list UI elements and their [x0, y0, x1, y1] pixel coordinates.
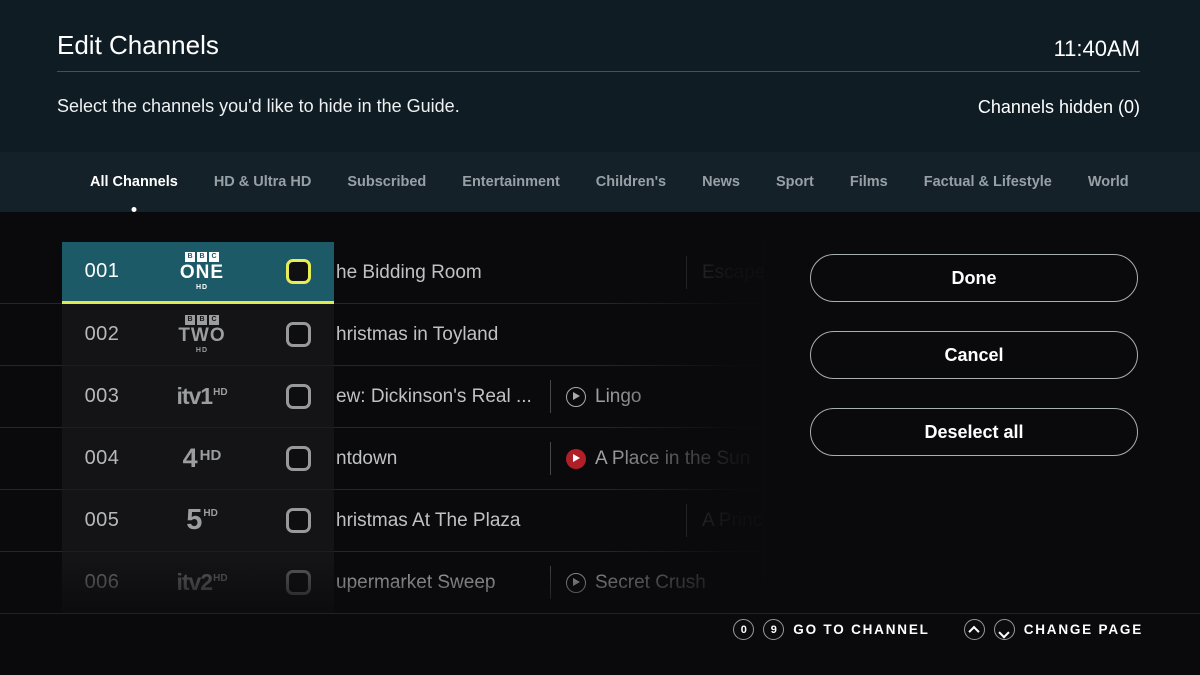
- timeslot-divider: [550, 380, 551, 413]
- digit-badge-0[interactable]: 0: [733, 619, 754, 640]
- bottom-divider: [0, 613, 1200, 614]
- hd-tag: HD: [196, 284, 208, 291]
- page-up-button[interactable]: [964, 619, 985, 640]
- tab-factual-and-lifestyle[interactable]: Factual & Lifestyle: [924, 174, 1052, 190]
- hd-tag: HD: [203, 508, 217, 519]
- cancel-button[interactable]: Cancel: [810, 331, 1138, 379]
- timeslot-divider: [550, 442, 551, 475]
- hide-channel-checkbox[interactable]: [286, 322, 311, 347]
- channel-name: 5HD: [186, 506, 218, 535]
- tab-world[interactable]: World: [1088, 174, 1129, 190]
- channel-number: 003: [62, 385, 142, 408]
- play-icon: [566, 387, 586, 407]
- channel-number: 001: [62, 260, 142, 283]
- go-to-channel-label: GO TO CHANNEL: [793, 622, 929, 637]
- bbc-one-hd-logo: BBCONEHD: [142, 252, 262, 292]
- channel-row-003[interactable]: 003 itv1HD: [62, 366, 334, 428]
- deselect-all-button[interactable]: Deselect all: [810, 408, 1138, 456]
- header: Edit Channels 11:40AM Select the channel…: [0, 0, 1200, 152]
- hd-tag: HD: [213, 387, 227, 398]
- page-subtitle: Select the channels you'd like to hide i…: [57, 96, 460, 117]
- channel-name: TWO: [178, 326, 225, 347]
- channels-hidden-count: Channels hidden (0): [978, 97, 1140, 118]
- page-down-button[interactable]: [994, 619, 1015, 640]
- hide-channel-checkbox[interactable]: [286, 446, 311, 471]
- programme-title: ntdown: [336, 448, 397, 470]
- header-divider: [57, 71, 1140, 72]
- channel4-hd-logo: 4HD: [142, 445, 262, 472]
- remote-hints-footer: 09 GO TO CHANNEL CHANGE PAGE: [733, 619, 1143, 640]
- hd-tag: HD: [196, 347, 208, 354]
- change-page-label: CHANGE PAGE: [1024, 622, 1143, 637]
- tab-all-channels[interactable]: All Channels: [90, 174, 178, 190]
- bbc-blocks-icon: BBC: [185, 315, 219, 325]
- hd-tag: HD: [200, 447, 222, 464]
- chevron-down-icon: [999, 627, 1010, 638]
- channel-row-002[interactable]: 002BBCTWOHD: [62, 304, 334, 366]
- channel-number: 002: [62, 323, 142, 346]
- digit-badge-9[interactable]: 9: [763, 619, 784, 640]
- bbc-blocks-icon: BBC: [185, 252, 219, 262]
- hide-channel-checkbox[interactable]: [286, 384, 311, 409]
- tab-films[interactable]: Films: [850, 174, 888, 190]
- category-tabbar: All Channels HD & Ultra HD Subscribed Enter…: [0, 152, 1200, 212]
- record-play-icon: [566, 449, 586, 469]
- itv1-hd-logo: itv1HD: [142, 385, 262, 408]
- channel-number: 005: [62, 509, 142, 532]
- channel-row-005[interactable]: 005 5HD: [62, 490, 334, 552]
- hide-channel-checkbox[interactable]: [286, 259, 311, 284]
- done-button[interactable]: Done: [810, 254, 1138, 302]
- page-title: Edit Channels: [57, 30, 219, 61]
- clock: 11:40AM: [1054, 36, 1140, 62]
- channel-number: 004: [62, 447, 142, 470]
- channel-row-001[interactable]: 001BBCONEHD: [62, 242, 334, 304]
- programme-title: ew: Dickinson's Real ...: [336, 386, 532, 408]
- tab-sport[interactable]: Sport: [776, 174, 814, 190]
- tab-news[interactable]: News: [702, 174, 740, 190]
- channel-name: 4HD: [183, 445, 222, 472]
- tab-hd-and-ultra-hd[interactable]: HD & Ultra HD: [214, 174, 311, 190]
- bottom-fade: [0, 558, 780, 614]
- tab-entertainment[interactable]: Entertainment: [462, 174, 560, 190]
- hide-channel-checkbox[interactable]: [286, 508, 311, 533]
- channel-name: itv1HD: [176, 385, 227, 408]
- bbc-two-hd-logo: BBCTWOHD: [142, 315, 262, 355]
- programme-title: hristmas in Toyland: [336, 324, 498, 346]
- programme-title: hristmas At The Plaza: [336, 510, 520, 532]
- channel-name: ONE: [180, 263, 224, 284]
- channel-row-004[interactable]: 004 4HD: [62, 428, 334, 490]
- tab-subscribed[interactable]: Subscribed: [347, 174, 426, 190]
- channel5-hd-logo: 5HD: [142, 506, 262, 535]
- chevron-up-icon: [969, 625, 980, 636]
- tab-children-s[interactable]: Children's: [596, 174, 666, 190]
- programme-title: he Bidding Room: [336, 262, 482, 284]
